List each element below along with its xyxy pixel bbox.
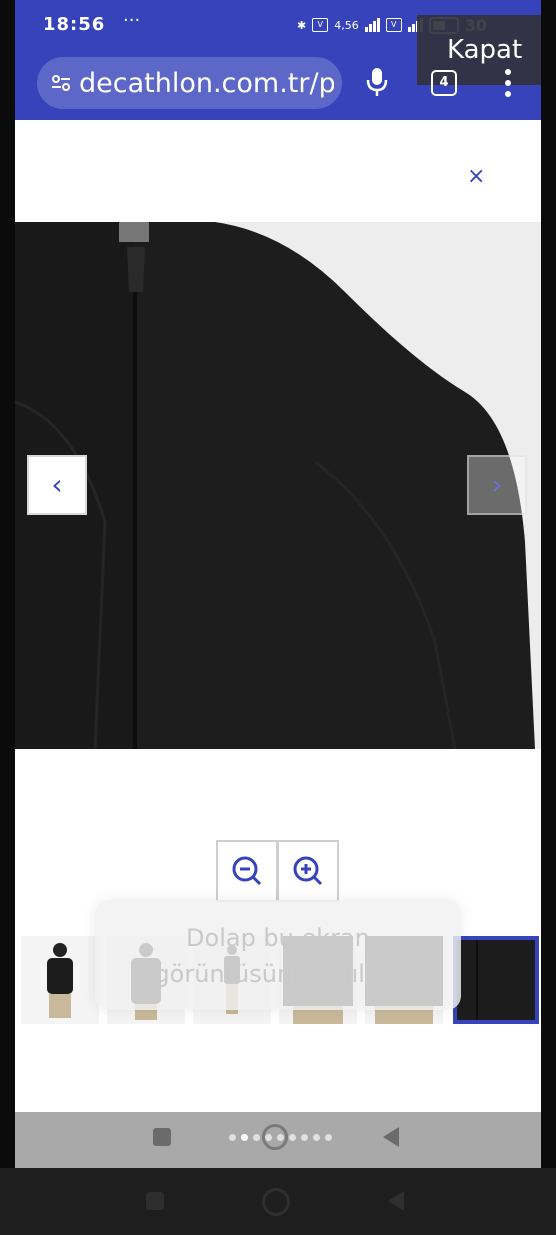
page-dot [229,1134,236,1141]
close-overlay-label: Kapat [447,35,523,65]
page-dot [253,1134,260,1141]
zoom-in-button[interactable] [277,840,339,902]
system-back-icon[interactable] [386,1190,406,1212]
screen-edge-right [541,0,556,1168]
volte-icon-2: V [385,18,402,32]
thumbnail-6-selected[interactable] [453,936,539,1024]
product-image [15,222,541,749]
toast-line-2: görüntüsünü algıladı [154,960,402,988]
zoom-in-icon [293,856,323,886]
system-home-icon[interactable] [262,1188,290,1216]
thumbnail-1[interactable] [21,936,99,1024]
jacket-image [15,222,541,749]
page-dot [289,1134,296,1141]
page-dot [301,1134,308,1141]
tab-switcher-button[interactable]: 4 [431,70,457,96]
overlay-navigation-bar [15,1112,541,1168]
system-navigation-bar [0,1168,556,1235]
home-circle-icon[interactable] [262,1124,288,1150]
network-speed: 4,56 [334,18,359,32]
bluetooth-icon: ✱ [297,18,307,32]
status-more-indicator: ··· [123,10,141,31]
page-dot [325,1134,332,1141]
address-bar-url: decathlon.com.tr/p [79,68,334,99]
toast-line-1: Dolap bu ekran [186,924,370,952]
status-time: 18:56 [43,14,106,35]
address-bar[interactable]: decathlon.com.tr/p [37,57,342,109]
chevron-right-icon: › [491,468,503,501]
recent-apps-icon[interactable] [153,1128,171,1146]
screen-edge-left [0,0,15,1168]
product-gallery-page: × ‹ › Dolap bu ekran görüntüsünü algılad… [15,120,541,1112]
browser-menu-icon[interactable] [504,68,512,98]
zoom-out-button[interactable] [216,840,278,902]
screenshot-detected-toast: Dolap bu ekran görüntüsünü algıladı [95,900,461,1010]
previous-image-button[interactable]: ‹ [27,455,87,515]
chevron-left-icon: ‹ [51,468,63,501]
page-dot [313,1134,320,1141]
zoom-out-icon [232,856,262,886]
close-gallery-icon[interactable]: × [467,164,485,189]
signal-icon [364,18,380,32]
page-dot-active [241,1134,248,1141]
site-settings-icon[interactable] [51,73,71,93]
volte-icon: V [312,18,329,32]
system-recent-apps-icon[interactable] [146,1192,164,1210]
back-triangle-icon[interactable] [381,1126,401,1148]
microphone-icon[interactable] [365,66,389,98]
next-image-button[interactable]: › [467,455,527,515]
